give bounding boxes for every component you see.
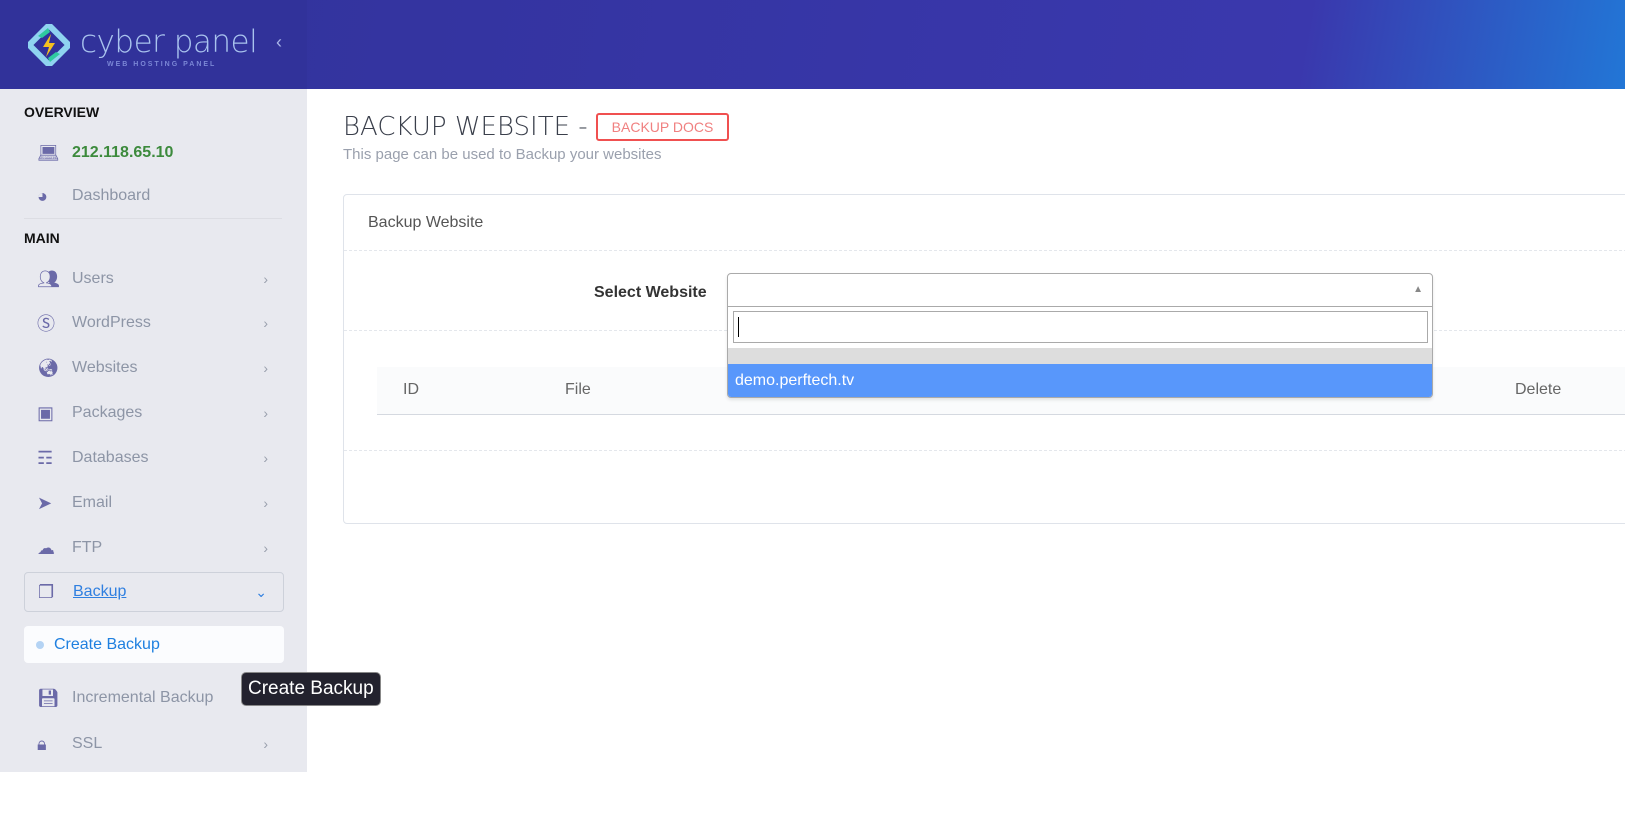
panel-title: Backup Website bbox=[368, 214, 484, 231]
sidebar-item-backup[interactable]: ❐ Backup ⌄ bbox=[24, 572, 284, 612]
section-overview: OVERVIEW bbox=[24, 104, 100, 120]
sidebar-item-label: Packages bbox=[72, 404, 143, 421]
sidebar-item-wordpress[interactable]: Ⓢ WordPress › bbox=[24, 303, 284, 343]
floppy-disk-icon: 💾︎ bbox=[37, 687, 60, 708]
lock-icon: 🔒︎ bbox=[37, 733, 47, 754]
chevron-right-icon: › bbox=[263, 450, 268, 466]
wordpress-icon: Ⓢ bbox=[37, 314, 55, 334]
logo[interactable]: cyber panel WEB HOSTING PANEL ‹ bbox=[0, 0, 307, 89]
brand-tagline: WEB HOSTING PANEL bbox=[107, 61, 217, 68]
column-file: File bbox=[565, 381, 591, 398]
sidebar-item-ftp[interactable]: ☁ FTP › bbox=[24, 528, 284, 568]
chevron-right-icon: › bbox=[263, 315, 268, 331]
select-website-dropdown[interactable]: ▲ demo.perftech.tv bbox=[727, 273, 1433, 398]
dropdown-option-empty[interactable] bbox=[728, 348, 1432, 364]
bullet-icon bbox=[36, 640, 44, 649]
chevron-right-icon: › bbox=[263, 736, 268, 752]
sidebar-item-label: SSL bbox=[72, 735, 103, 752]
cyberpanel-logo-icon bbox=[28, 24, 70, 66]
sidebar-item-ssl[interactable]: 🔒︎ SSL › bbox=[24, 724, 284, 764]
page-subtitle: This page can be used to Backup your web… bbox=[343, 146, 662, 163]
chevron-right-icon: › bbox=[263, 495, 268, 511]
caret-up-icon: ▲ bbox=[1413, 284, 1423, 295]
divider bbox=[344, 250, 1625, 251]
select-website-label: Select Website bbox=[594, 284, 707, 301]
cloud-upload-icon: ☁ bbox=[37, 537, 55, 558]
page-title-text: BACKUP WEBSITE - bbox=[343, 112, 588, 142]
backup-docs-button[interactable]: BACKUP DOCS bbox=[595, 113, 730, 141]
chevron-right-icon: › bbox=[263, 540, 268, 556]
sidebar-subitem-create-backup[interactable]: Create Backup bbox=[24, 626, 284, 663]
dropdown-option[interactable]: demo.perftech.tv bbox=[728, 364, 1432, 397]
sidebar-item-label: FTP bbox=[72, 539, 103, 556]
sidebar-item-label: Databases bbox=[72, 449, 149, 466]
sidebar-item-label: Create Backup bbox=[54, 635, 160, 653]
sidebar-item-label: WordPress bbox=[72, 314, 151, 331]
dropdown-search-input[interactable] bbox=[733, 311, 1428, 343]
collapse-sidebar-chevron-left-icon[interactable]: ‹ bbox=[276, 32, 282, 53]
chevron-right-icon: › bbox=[263, 360, 268, 376]
server-ip: 212.118.65.10 bbox=[72, 144, 174, 161]
sidebar-item-label: Users bbox=[72, 270, 114, 287]
sidebar-item-label: Websites bbox=[72, 359, 138, 376]
sidebar-item-websites[interactable]: 🌏︎ Websites › bbox=[24, 348, 284, 388]
column-id: ID bbox=[403, 381, 419, 398]
globe-icon: 🌏︎ bbox=[37, 357, 60, 378]
users-icon: 👥︎ bbox=[37, 268, 60, 289]
divider bbox=[344, 450, 1625, 451]
sidebar-item-ip[interactable]: 💻︎ 212.118.65.10 bbox=[24, 133, 284, 173]
select-website-field[interactable]: ▲ bbox=[728, 274, 1432, 307]
chevron-right-icon: › bbox=[263, 405, 268, 421]
cubes-icon: ▣ bbox=[37, 402, 55, 423]
paper-plane-icon: ➤ bbox=[37, 492, 53, 513]
divider bbox=[24, 218, 282, 219]
sidebar-item-label: Dashboard bbox=[72, 187, 151, 204]
sidebar-item-databases[interactable]: ☶ Databases › bbox=[24, 438, 284, 478]
sidebar-item-label: Backup bbox=[73, 583, 127, 600]
sidebar-item-dashboard[interactable]: ◕ Dashboard bbox=[24, 176, 284, 216]
gauge-icon: ◕ bbox=[37, 185, 48, 206]
sidebar-item-packages[interactable]: ▣ Packages › bbox=[24, 393, 284, 433]
tooltip: Create Backup bbox=[241, 672, 381, 706]
database-icon: ☶ bbox=[37, 447, 54, 468]
section-main: MAIN bbox=[24, 230, 60, 246]
chevron-down-icon: ⌄ bbox=[255, 583, 267, 600]
chevron-right-icon: › bbox=[263, 271, 268, 287]
sidebar-item-label: Email bbox=[72, 494, 113, 511]
brand-name: cyber panel bbox=[80, 24, 258, 60]
column-delete: Delete bbox=[1515, 381, 1562, 398]
laptop-icon: 💻︎ bbox=[37, 142, 60, 163]
page-title: BACKUP WEBSITE - BACKUP DOCS bbox=[343, 112, 730, 142]
text-cursor bbox=[738, 317, 739, 337]
sidebar-item-users[interactable]: 👥︎ Users › bbox=[24, 259, 284, 299]
sidebar-item-label: Incremental Backup bbox=[72, 689, 214, 706]
sidebar-item-email[interactable]: ➤ Email › bbox=[24, 483, 284, 523]
copy-icon: ❐ bbox=[38, 581, 55, 602]
